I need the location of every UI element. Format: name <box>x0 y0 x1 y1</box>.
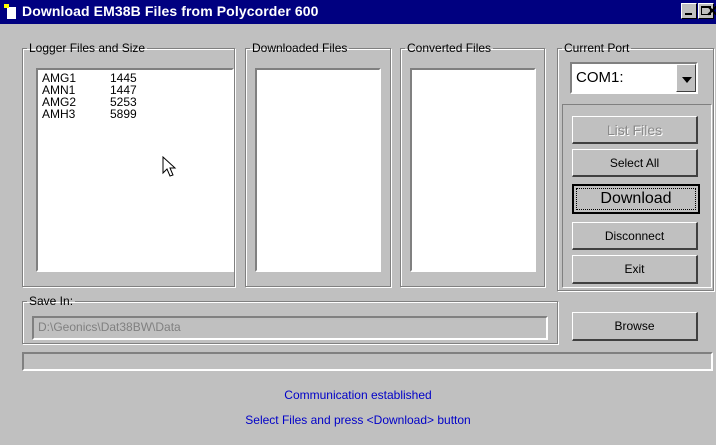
current-port-label: Current Port <box>564 41 630 55</box>
mouse-cursor-icon <box>162 156 177 177</box>
minimize-icon <box>685 13 692 15</box>
list-item-size: 5899 <box>110 107 137 121</box>
app-icon <box>4 4 18 20</box>
window-title: Download EM38B Files from Polycorder 600 <box>22 3 319 19</box>
list-files-button[interactable]: List Files <box>572 116 698 144</box>
browse-button[interactable]: Browse <box>572 312 698 341</box>
save-path-field[interactable]: D:\Geonics\Dat38BW\Data <box>32 316 548 340</box>
downloaded-files-label: Downloaded Files <box>252 41 348 55</box>
list-item[interactable]: AMH3 <box>42 108 75 120</box>
chevron-down-icon <box>682 77 692 83</box>
port-select[interactable]: COM1: <box>570 62 698 94</box>
status-line-2: Select Files and press <Download> button <box>245 413 471 427</box>
minimize-button[interactable] <box>681 3 697 19</box>
select-all-button[interactable]: Select All <box>572 149 698 177</box>
dropdown-button[interactable] <box>676 64 696 92</box>
status-line-1: Communication established <box>284 388 432 402</box>
converted-files-list[interactable] <box>410 68 536 272</box>
converted-files-label: Converted Files <box>407 41 492 55</box>
disconnect-button[interactable]: Disconnect <box>572 222 698 250</box>
title-bar: Download EM38B Files from Polycorder 600… <box>0 0 716 24</box>
close-icon[interactable]: ✕ <box>706 2 716 20</box>
logger-files-list[interactable]: AMG1 1445 AMN1 1447 AMG2 5253 AMH3 5899 <box>36 68 234 272</box>
port-value: COM1: <box>576 69 624 86</box>
exit-button[interactable]: Exit <box>572 255 698 284</box>
save-in-label: Save In: <box>29 294 74 308</box>
progress-bar <box>22 352 713 371</box>
downloaded-files-list[interactable] <box>255 68 381 272</box>
logger-files-label: Logger Files and Size <box>29 41 146 55</box>
download-button[interactable]: Download <box>572 184 700 214</box>
